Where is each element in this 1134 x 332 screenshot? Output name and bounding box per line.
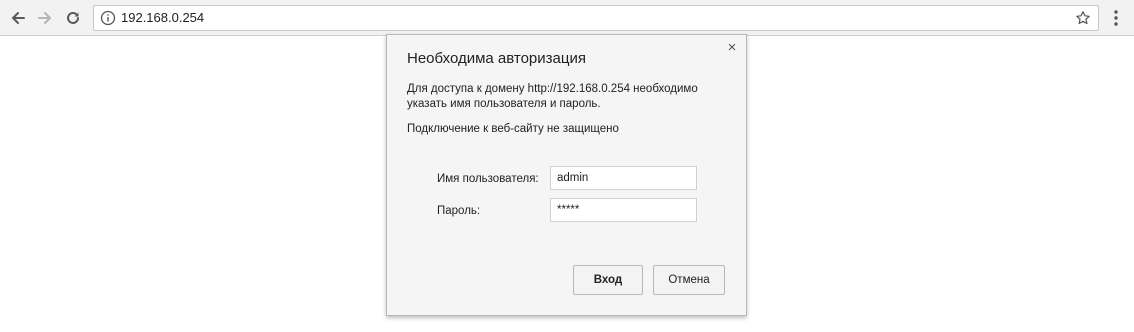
reload-icon[interactable]: [61, 6, 85, 30]
connection-warning: Подключение к веб-сайту не защищено: [407, 123, 619, 135]
dialog-message-line2: указать имя пользователя и пароль.: [407, 98, 601, 110]
vertical-dots-menu-icon[interactable]: [1108, 8, 1124, 28]
auth-dialog: Необходима авторизация × Для доступа к д…: [386, 34, 747, 316]
star-icon[interactable]: [1075, 10, 1091, 26]
back-arrow-icon[interactable]: [6, 6, 30, 30]
login-button[interactable]: Вход: [573, 265, 643, 295]
close-icon[interactable]: ×: [725, 40, 739, 55]
username-label: Имя пользователя:: [437, 173, 539, 185]
password-field[interactable]: [550, 198, 697, 222]
username-field[interactable]: [550, 166, 697, 190]
url-text[interactable]: 192.168.0.254: [121, 10, 204, 26]
forward-arrow-icon[interactable]: [33, 6, 57, 30]
dialog-message-line1: Для доступа к домену http://192.168.0.25…: [407, 83, 698, 95]
browser-toolbar: 192.168.0.254: [0, 0, 1134, 36]
cancel-button[interactable]: Отмена: [653, 265, 725, 295]
info-icon[interactable]: [100, 10, 116, 26]
address-bar[interactable]: 192.168.0.254: [93, 5, 1099, 31]
dialog-title: Необходима авторизация: [407, 50, 586, 67]
password-label: Пароль:: [437, 205, 481, 217]
